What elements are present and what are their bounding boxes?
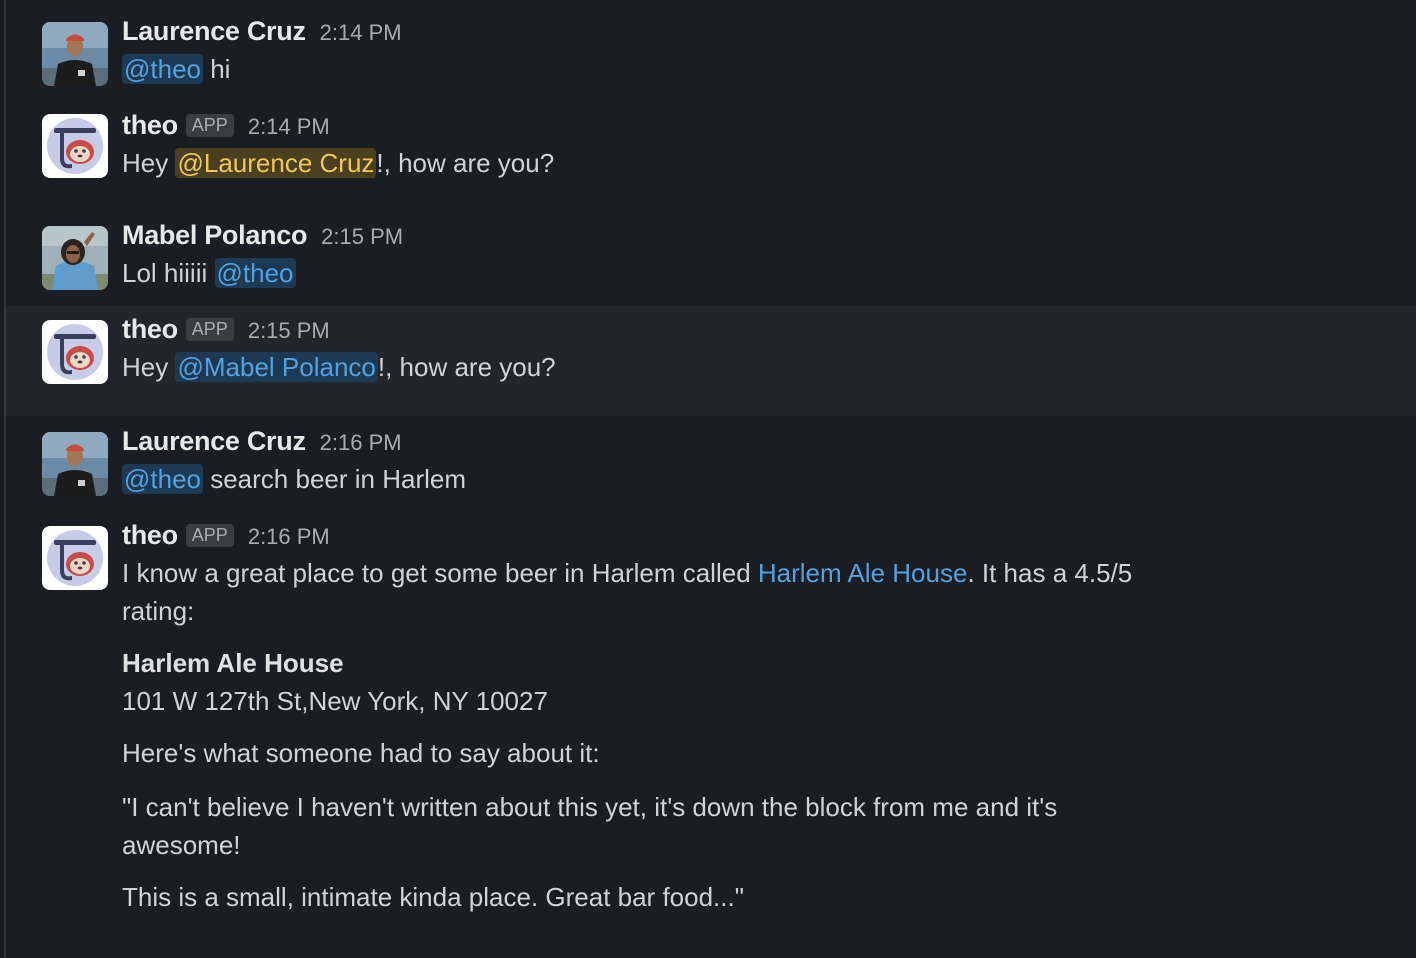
avatar-theo[interactable]	[42, 114, 108, 178]
message-header: theo APP 2:16 PM	[122, 520, 330, 554]
timestamp[interactable]: 2:16 PM	[248, 524, 330, 550]
app-badge: APP	[185, 318, 234, 341]
avatar-laurence-cruz[interactable]	[42, 22, 108, 86]
message-4[interactable]: theo APP 2:15 PM Hey @Mabel Polanco!, ho…	[6, 306, 1416, 416]
message-text: Lol hiiiii @theo	[122, 258, 296, 288]
user-mention[interactable]: @theo	[122, 54, 203, 84]
avatar-theo[interactable]	[42, 320, 108, 384]
message-header: theo APP 2:15 PM	[122, 314, 330, 348]
timestamp[interactable]: 2:14 PM	[320, 20, 402, 46]
sender-name[interactable]: theo	[122, 314, 178, 345]
message-text: @theo hi	[122, 54, 231, 84]
sender-name[interactable]: theo	[122, 520, 178, 551]
message-text: Hey @Mabel Polanco!, how are you?	[122, 352, 556, 382]
review-quote: "I can't believe I haven't written about…	[122, 792, 1058, 822]
user-mention[interactable]: @theo	[122, 464, 203, 494]
message-3[interactable]: Mabel Polanco 2:15 PM Lol hiiiii @theo	[6, 216, 1416, 304]
message-2[interactable]: theo APP 2:14 PM Hey @Laurence Cruz!, ho…	[6, 106, 1416, 206]
sender-name[interactable]: Laurence Cruz	[122, 426, 306, 457]
message-6[interactable]: theo APP 2:16 PM I know a great place to…	[6, 516, 1416, 936]
user-mention[interactable]: @theo	[214, 258, 296, 288]
message-text: Hey @Laurence Cruz!, how are you?	[122, 148, 555, 178]
user-mention[interactable]: @Mabel Polanco	[175, 352, 378, 382]
timestamp[interactable]: 2:14 PM	[248, 114, 330, 140]
app-badge: APP	[185, 524, 234, 547]
message-header: Mabel Polanco 2:15 PM	[122, 220, 403, 254]
message-text-continued: rating:	[122, 596, 195, 626]
place-link[interactable]: Harlem Ale House	[758, 558, 968, 588]
message-text: @theo search beer in Harlem	[122, 464, 466, 494]
place-name: Harlem Ale House	[122, 648, 344, 678]
avatar-theo[interactable]	[42, 526, 108, 590]
avatar-mabel-polanco[interactable]	[42, 226, 108, 290]
timestamp[interactable]: 2:15 PM	[321, 224, 403, 250]
message-header: Laurence Cruz 2:16 PM	[122, 426, 402, 460]
review-quote-continued: awesome!	[122, 830, 241, 860]
user-mention[interactable]: @Laurence Cruz	[175, 148, 377, 178]
timestamp[interactable]: 2:16 PM	[320, 430, 402, 456]
sender-name[interactable]: Laurence Cruz	[122, 16, 306, 47]
message-5[interactable]: Laurence Cruz 2:16 PM @theo search beer …	[6, 422, 1416, 514]
message-header: Laurence Cruz 2:14 PM	[122, 16, 402, 50]
review-intro: Here's what someone had to say about it:	[122, 738, 600, 768]
review-quote-end: This is a small, intimate kinda place. G…	[122, 882, 744, 912]
sender-name[interactable]: Mabel Polanco	[122, 220, 307, 251]
avatar-laurence-cruz[interactable]	[42, 432, 108, 496]
app-badge: APP	[185, 114, 234, 137]
message-header: theo APP 2:14 PM	[122, 110, 330, 144]
sender-name[interactable]: theo	[122, 110, 178, 141]
message-text: I know a great place to get some beer in…	[122, 558, 1133, 588]
place-address: 101 W 127th St,New York, NY 10027	[122, 686, 548, 716]
timestamp[interactable]: 2:15 PM	[248, 318, 330, 344]
message-1[interactable]: Laurence Cruz 2:14 PM @theo hi	[6, 12, 1416, 102]
